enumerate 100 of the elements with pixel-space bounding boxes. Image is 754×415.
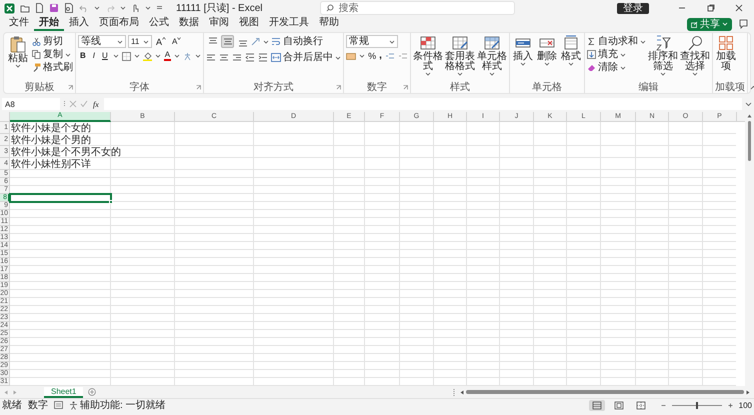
caret-icon[interactable]	[544, 62, 550, 66]
ribbon-tab[interactable]: 数据	[174, 17, 204, 31]
ribbon-tab[interactable]: 开发工具	[264, 17, 314, 31]
font-style-button[interactable]: B	[78, 51, 88, 61]
ribbon-button[interactable]: 清除	[586, 61, 646, 74]
caret-icon[interactable]	[154, 54, 161, 58]
caret-icon[interactable]	[640, 40, 646, 44]
ribbon-button[interactable]: 加载项	[714, 35, 737, 72]
increase-font-size-button[interactable]: A	[154, 36, 168, 46]
caret-icon[interactable]	[65, 52, 71, 56]
ribbon-button[interactable]: 自动换行	[271, 35, 324, 48]
view-button[interactable]	[588, 400, 605, 410]
text-orientation-icon[interactable]	[251, 37, 262, 46]
caret-icon[interactable]	[660, 72, 666, 76]
caret-icon[interactable]	[15, 64, 21, 68]
caret-icon[interactable]	[145, 6, 151, 10]
share-button[interactable]: 共享	[687, 18, 732, 30]
font-style-button[interactable]: I	[90, 51, 98, 61]
scrollbar-thumb[interactable]	[748, 121, 751, 161]
launcher-icon[interactable]	[402, 84, 408, 90]
borders-icon[interactable]	[122, 52, 131, 60]
caret-icon[interactable]	[195, 54, 202, 58]
name-box[interactable]: A8	[2, 98, 60, 110]
launcher-icon[interactable]	[196, 84, 202, 90]
caret-icon[interactable]	[389, 40, 396, 44]
decrease-indent-icon[interactable]	[245, 53, 256, 62]
insert-function-button[interactable]: fx	[91, 100, 101, 108]
caret-icon[interactable]	[424, 72, 431, 76]
search-field[interactable]: 搜索	[320, 1, 515, 15]
customize-icon[interactable]	[156, 5, 163, 11]
caret-icon[interactable]	[120, 6, 126, 10]
caret-icon[interactable]	[117, 40, 123, 44]
font-size-field[interactable]: 11	[128, 35, 152, 48]
comma-style-button[interactable]: ,	[379, 52, 382, 60]
launcher-icon[interactable]	[336, 84, 342, 90]
decrease-font-size-button[interactable]: A	[170, 36, 184, 46]
caret-icon[interactable]	[488, 72, 495, 76]
font-name-field[interactable]: 等线	[78, 35, 126, 48]
zoom-out-icon[interactable]	[660, 402, 666, 408]
ribbon-tab[interactable]: 审阅	[204, 17, 234, 31]
ribbon-tab[interactable]: 页面布局	[94, 17, 144, 31]
zoom-level-text[interactable]: 100	[738, 400, 752, 410]
caret-icon[interactable]	[112, 54, 119, 58]
add-sheet-icon[interactable]	[88, 388, 96, 396]
percent-style-button[interactable]: %	[368, 51, 376, 61]
caret-icon[interactable]	[134, 54, 140, 58]
align-right-icon[interactable]	[232, 53, 242, 62]
vertical-align-button[interactable]	[221, 35, 234, 48]
ribbon-button[interactable]: 排序和筛选	[648, 35, 678, 76]
caret-icon[interactable]	[568, 62, 574, 66]
ribbon-button[interactable]: 复制	[32, 48, 73, 61]
caret-icon[interactable]	[335, 56, 342, 60]
ribbon-tab[interactable]: 插入	[64, 17, 94, 31]
ribbon-button[interactable]: 单元格样式	[476, 35, 507, 76]
ribbon-tab[interactable]: 帮助	[314, 17, 344, 31]
caret-icon[interactable]	[620, 66, 626, 70]
folder-icon[interactable]	[20, 4, 30, 12]
caret-icon[interactable]	[520, 62, 526, 66]
zoom-slider-thumb[interactable]	[696, 402, 698, 408]
caret-icon[interactable]	[263, 40, 270, 44]
phonetic-guide-icon[interactable]	[183, 52, 192, 60]
ribbon-button[interactable]: 合并后居中	[271, 51, 342, 64]
sheet-tab[interactable]: Sheet1	[44, 386, 84, 398]
caret-icon[interactable]	[143, 40, 149, 44]
caret-icon[interactable]	[692, 72, 698, 76]
font-color-button[interactable]: A	[164, 51, 172, 61]
increase-indent-icon[interactable]	[258, 53, 268, 62]
document-icon[interactable]	[35, 3, 44, 13]
ribbon-button[interactable]: 剪切	[32, 35, 73, 48]
fill-color-icon[interactable]	[142, 52, 152, 60]
ribbon-tab[interactable]: 文件	[4, 17, 34, 31]
undo-icon[interactable]	[79, 4, 89, 12]
fill-handle[interactable]	[109, 200, 113, 204]
sign-in-button[interactable]: 登录	[617, 2, 649, 14]
align-left-icon[interactable]	[206, 53, 216, 62]
horizontal-scrollbar[interactable]	[460, 388, 750, 396]
ribbon-button[interactable]: 自动求和	[586, 35, 646, 48]
touch-icon[interactable]	[131, 3, 140, 13]
caret-icon[interactable]	[456, 72, 463, 76]
ribbon-button[interactable]: 格式刷	[32, 61, 73, 74]
ribbon-tab[interactable]: 视图	[234, 17, 264, 31]
print-preview-icon[interactable]	[64, 3, 74, 13]
ribbon-button[interactable]: 删除	[536, 35, 558, 66]
expand-icon[interactable]	[745, 102, 752, 106]
caret-icon[interactable]	[174, 54, 180, 58]
ribbon-button[interactable]: 格式	[560, 35, 582, 66]
selected-cell[interactable]	[9, 193, 112, 203]
ribbon-button[interactable]: 条件格式	[412, 35, 443, 76]
ribbon-button[interactable]: 填充	[586, 48, 646, 61]
accessibility-button[interactable]: 辅助功能: 一切就绪	[69, 400, 166, 410]
ribbon-button[interactable]: 套用表格格式	[444, 35, 475, 76]
zoom-in-icon[interactable]	[728, 402, 733, 408]
macro-record-icon[interactable]	[54, 401, 63, 409]
launcher-icon[interactable]	[68, 84, 73, 90]
ribbon-button[interactable]: 插入	[512, 35, 534, 66]
paste-button[interactable]: 粘贴	[6, 35, 30, 68]
save-icon[interactable]	[49, 3, 59, 13]
ribbon-button[interactable]: 查找和选择	[680, 35, 710, 76]
align-center-icon[interactable]	[219, 53, 230, 62]
font-style-button[interactable]: U	[100, 51, 110, 61]
